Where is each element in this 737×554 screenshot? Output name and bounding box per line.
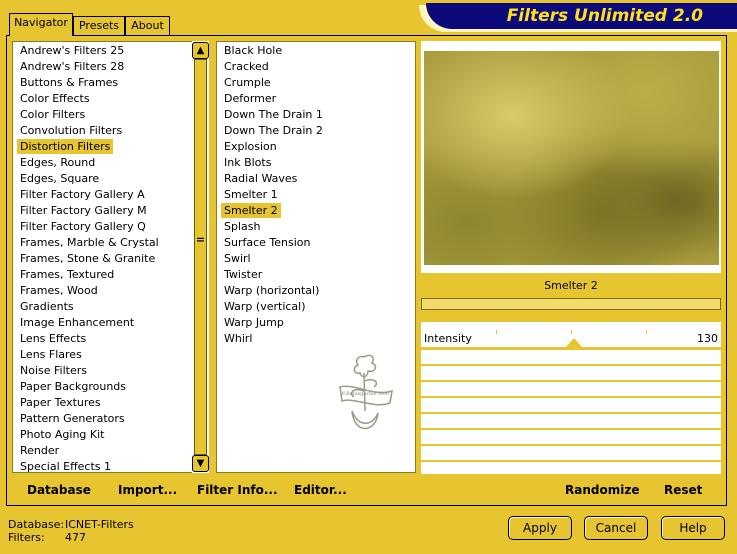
filter-item[interactable]: Warp Jump bbox=[221, 315, 287, 330]
category-item[interactable]: Buttons & Frames bbox=[17, 75, 121, 90]
category-list[interactable]: Andrew's Filters 25 Andrew's Filters 28 Bu… bbox=[12, 41, 193, 473]
filters-count-value: 477 bbox=[65, 531, 86, 544]
intensity-label: Intensity bbox=[424, 332, 472, 345]
category-scrollbar[interactable]: ▲ = ▼ bbox=[192, 41, 209, 473]
category-item[interactable]: Filter Factory Gallery M bbox=[17, 203, 150, 218]
tab-presets[interactable]: Presets bbox=[73, 16, 125, 35]
category-item[interactable]: Frames, Textured bbox=[17, 267, 117, 282]
control-row-empty bbox=[421, 382, 721, 398]
filter-item[interactable]: Down The Drain 1 bbox=[221, 107, 326, 122]
scroll-up-button[interactable]: ▲ bbox=[192, 42, 209, 59]
filter-item[interactable]: Deformer bbox=[221, 91, 279, 106]
chevron-up-icon: ▲ bbox=[196, 45, 205, 56]
filter-item[interactable]: Twister bbox=[221, 267, 265, 282]
filter-item[interactable]: Radial Waves bbox=[221, 171, 300, 186]
filter-controls: Intensity 130 bbox=[421, 322, 721, 474]
category-item[interactable]: Edges, Round bbox=[17, 155, 98, 170]
filter-item[interactable]: Down The Drain 2 bbox=[221, 123, 326, 138]
filter-item[interactable]: Explosion bbox=[221, 139, 280, 154]
category-item[interactable]: Noise Filters bbox=[17, 363, 90, 378]
app-title: Filters Unlimited 2.0 bbox=[426, 3, 737, 29]
filters-count-label: Filters: bbox=[8, 531, 45, 544]
filter-item[interactable]: Smelter 1 bbox=[221, 187, 281, 202]
filter-item[interactable]: Ink Blots bbox=[221, 155, 274, 170]
filter-info-button[interactable]: Filter Info... bbox=[197, 483, 278, 497]
control-row-empty bbox=[421, 398, 721, 414]
control-row-empty bbox=[421, 350, 721, 366]
category-item[interactable]: Special Effects 1 bbox=[17, 459, 114, 472]
import-button[interactable]: Import... bbox=[118, 483, 177, 497]
filter-item[interactable]: Warp (horizontal) bbox=[221, 283, 322, 298]
scroll-down-button[interactable]: ▼ bbox=[192, 455, 209, 472]
watermark-text: ©Banisgarine Woo bbox=[341, 390, 389, 397]
slider-tick bbox=[646, 330, 647, 334]
category-item[interactable]: Convolution Filters bbox=[17, 123, 125, 138]
filter-item[interactable]: Whirl bbox=[221, 331, 255, 346]
watermark-logo: ©Banisgarine Woo bbox=[339, 354, 393, 430]
help-button[interactable]: Help bbox=[661, 516, 725, 540]
category-item[interactable]: Filter Factory Gallery A bbox=[17, 187, 148, 202]
category-item[interactable]: Frames, Stone & Granite bbox=[17, 251, 158, 266]
filter-item[interactable]: Surface Tension bbox=[221, 235, 313, 250]
slider-tick bbox=[571, 330, 572, 334]
progress-bar bbox=[421, 298, 721, 310]
category-item[interactable]: Photo Aging Kit bbox=[17, 427, 107, 442]
category-item[interactable]: Frames, Wood bbox=[17, 283, 101, 298]
slider-tick bbox=[496, 330, 497, 334]
control-row-empty bbox=[421, 446, 721, 462]
category-item[interactable]: Frames, Marble & Crystal bbox=[17, 235, 162, 250]
category-item[interactable]: Paper Backgrounds bbox=[17, 379, 129, 394]
category-item[interactable]: Filter Factory Gallery Q bbox=[17, 219, 149, 234]
category-item[interactable]: Distortion Filters bbox=[17, 139, 114, 154]
apply-button[interactable]: Apply bbox=[508, 516, 572, 540]
tab-navigator[interactable]: Navigator bbox=[9, 13, 73, 36]
database-button[interactable]: Database bbox=[27, 483, 91, 497]
filter-item[interactable]: Smelter 2 bbox=[221, 203, 281, 218]
reset-button[interactable]: Reset bbox=[664, 483, 702, 497]
cancel-button[interactable]: Cancel bbox=[584, 516, 648, 540]
category-item[interactable]: Pattern Generators bbox=[17, 411, 128, 426]
filter-item[interactable]: Warp (vertical) bbox=[221, 299, 309, 314]
intensity-value: 130 bbox=[697, 332, 718, 345]
database-status-value: ICNET-Filters bbox=[65, 518, 134, 531]
filter-item[interactable]: Crumple bbox=[221, 75, 274, 90]
slider-thumb-icon[interactable] bbox=[566, 338, 582, 347]
category-item[interactable]: Andrew's Filters 28 bbox=[17, 59, 127, 74]
category-item[interactable]: Paper Textures bbox=[17, 395, 104, 410]
category-item[interactable]: Color Effects bbox=[17, 91, 93, 106]
category-item[interactable]: Color Filters bbox=[17, 107, 88, 122]
category-item[interactable]: Image Enhancement bbox=[17, 315, 137, 330]
control-row-empty bbox=[421, 430, 721, 446]
category-item[interactable]: Andrew's Filters 25 bbox=[17, 43, 127, 58]
selected-filter-title: Smelter 2 bbox=[544, 279, 598, 292]
filter-item[interactable]: Swirl bbox=[221, 251, 254, 266]
preview-panel bbox=[421, 41, 721, 273]
category-item[interactable]: Lens Effects bbox=[17, 331, 89, 346]
control-row-empty bbox=[421, 414, 721, 430]
category-item[interactable]: Render bbox=[17, 443, 62, 458]
filter-list[interactable]: ©Banisgarine Woo Black Hole Cracked Crumpl… bbox=[216, 41, 416, 473]
category-item[interactable]: Gradients bbox=[17, 299, 77, 314]
chevron-down-icon: ▼ bbox=[196, 458, 205, 469]
category-item[interactable]: Edges, Square bbox=[17, 171, 102, 186]
thumb-grip-icon: = bbox=[195, 233, 206, 246]
editor-button[interactable]: Editor... bbox=[294, 483, 347, 497]
intensity-slider[interactable]: Intensity 130 bbox=[421, 329, 721, 350]
filter-item[interactable]: Cracked bbox=[221, 59, 272, 74]
filter-item[interactable]: Splash bbox=[221, 219, 263, 234]
tab-about[interactable]: About bbox=[125, 16, 170, 35]
preview-image bbox=[424, 51, 719, 265]
category-item[interactable]: Lens Flares bbox=[17, 347, 85, 362]
control-row-empty bbox=[421, 366, 721, 382]
database-status-label: Database: bbox=[8, 518, 65, 531]
scroll-thumb[interactable]: = bbox=[194, 59, 207, 455]
filter-item[interactable]: Black Hole bbox=[221, 43, 285, 58]
randomize-button[interactable]: Randomize bbox=[565, 483, 639, 497]
